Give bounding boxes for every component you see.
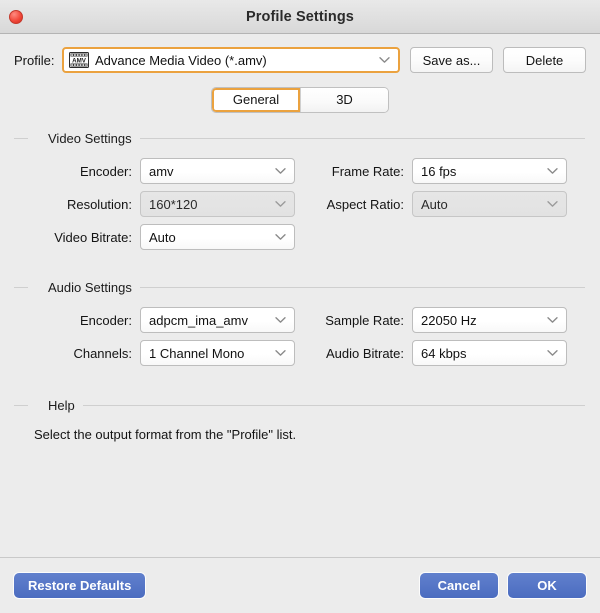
profile-selected-value: Advance Media Video (*.amv)	[95, 52, 267, 68]
video-row-3: Video Bitrate: Auto	[14, 224, 586, 250]
title-bar: Profile Settings	[0, 0, 600, 34]
tab-bar: General 3D	[0, 88, 600, 112]
audio-encoder-label: Encoder:	[79, 312, 132, 328]
tab-general[interactable]: General	[212, 88, 300, 112]
audio-row-1: Encoder: adpcm_ima_amv Sample Rate: 2205…	[14, 307, 586, 333]
frame-rate-label: Frame Rate:	[331, 163, 404, 179]
audio-settings-title: Audio Settings	[48, 279, 132, 295]
chevron-down-icon	[547, 317, 558, 323]
sample-rate-dropdown[interactable]: 22050 Hz	[412, 307, 567, 333]
footer-bar: Restore Defaults Cancel OK	[0, 557, 600, 613]
resolution-label: Resolution:	[66, 196, 132, 212]
save-as-button[interactable]: Save as...	[410, 47, 493, 73]
video-row-1: Encoder: amv Frame Rate: 16 fps	[14, 158, 586, 184]
chevron-down-icon	[547, 201, 558, 207]
video-settings-group: Video Settings Encoder: amv Frame Rate: …	[14, 130, 586, 250]
video-settings-title: Video Settings	[48, 130, 132, 146]
profile-dropdown[interactable]: AMV Advance Media Video (*.amv)	[62, 47, 400, 73]
sample-rate-value: 22050 Hz	[421, 312, 477, 328]
audio-bitrate-label: Audio Bitrate:	[325, 345, 404, 361]
frame-rate-value: 16 fps	[421, 163, 457, 179]
channels-label: Channels:	[73, 345, 132, 361]
tab-3d[interactable]: 3D	[300, 88, 388, 112]
restore-defaults-button[interactable]: Restore Defaults	[14, 573, 146, 598]
chevron-down-icon	[275, 168, 286, 174]
video-row-2: Resolution: 160*120 Aspect Ratio: Auto	[14, 191, 586, 217]
audio-encoder-dropdown[interactable]: adpcm_ima_amv	[140, 307, 295, 333]
chevron-down-icon	[379, 57, 390, 63]
audio-row-2: Channels: 1 Channel Mono Audio Bitrate: …	[14, 340, 586, 366]
video-encoder-value: amv	[149, 163, 174, 179]
audio-bitrate-dropdown[interactable]: 64 kbps	[412, 340, 567, 366]
help-title: Help	[48, 397, 75, 413]
aspect-ratio-value: Auto	[421, 196, 448, 212]
aspect-ratio-dropdown[interactable]: Auto	[412, 191, 567, 217]
frame-rate-dropdown[interactable]: 16 fps	[412, 158, 567, 184]
video-bitrate-value: Auto	[149, 229, 176, 245]
video-encoder-label: Encoder:	[79, 163, 132, 179]
chevron-down-icon	[275, 317, 286, 323]
resolution-value: 160*120	[149, 196, 198, 212]
cancel-button[interactable]: Cancel	[420, 573, 498, 598]
video-bitrate-dropdown[interactable]: Auto	[140, 224, 295, 250]
ok-button[interactable]: OK	[508, 573, 586, 598]
chevron-down-icon	[547, 168, 558, 174]
chevron-down-icon	[275, 201, 286, 207]
audio-encoder-value: adpcm_ima_amv	[149, 312, 248, 328]
profile-row: Profile: AMV Advance Media Video (*.amv)…	[0, 34, 600, 74]
amv-film-strip-icon: AMV	[69, 52, 89, 68]
aspect-ratio-label: Aspect Ratio:	[326, 196, 404, 212]
resolution-dropdown[interactable]: 160*120	[140, 191, 295, 217]
help-text: Select the output format from the "Profi…	[34, 427, 297, 442]
chevron-down-icon	[547, 350, 558, 356]
svg-text:AMV: AMV	[72, 57, 87, 64]
close-icon[interactable]	[9, 9, 23, 24]
help-group: Help Select the output format from the "…	[14, 397, 586, 442]
channels-value: 1 Channel Mono	[149, 345, 245, 361]
video-bitrate-label: Video Bitrate:	[54, 229, 132, 245]
chevron-down-icon	[275, 350, 286, 356]
audio-bitrate-value: 64 kbps	[421, 345, 467, 361]
delete-button[interactable]: Delete	[503, 47, 586, 73]
channels-dropdown[interactable]: 1 Channel Mono	[140, 340, 295, 366]
page-title: Profile Settings	[246, 8, 354, 25]
profile-label: Profile:	[14, 52, 55, 68]
video-encoder-dropdown[interactable]: amv	[140, 158, 295, 184]
chevron-down-icon	[275, 234, 286, 240]
audio-settings-group: Audio Settings Encoder: adpcm_ima_amv Sa…	[14, 279, 586, 366]
sample-rate-label: Sample Rate:	[325, 312, 404, 328]
